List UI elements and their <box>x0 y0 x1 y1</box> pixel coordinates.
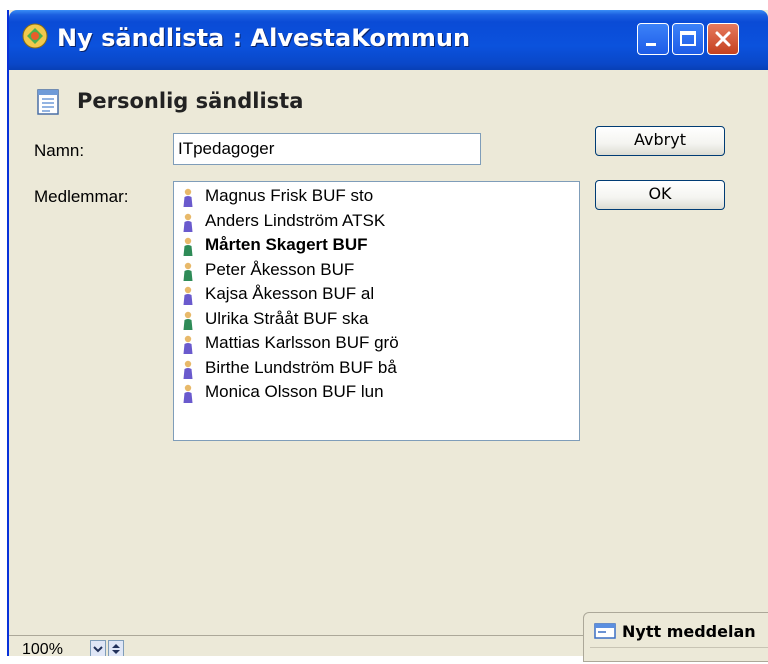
cancel-button[interactable]: Avbryt <box>595 126 725 156</box>
chevron-down-icon <box>93 646 103 653</box>
member-name: Birthe Lundström BUF bå <box>205 357 397 377</box>
member-name: Monica Olsson BUF lun <box>205 382 384 401</box>
app-icon <box>22 23 48 49</box>
minimize-icon <box>646 43 656 46</box>
person-icon <box>183 335 193 354</box>
list-item[interactable]: Anders Lindström ATSK <box>182 210 579 235</box>
maximize-button[interactable] <box>672 23 704 55</box>
ok-button[interactable]: OK <box>595 180 725 210</box>
zoom-level: 100% <box>22 641 63 656</box>
member-name: Kajsa Åkesson BUF al <box>205 284 375 303</box>
person-icon <box>183 237 193 256</box>
new-message-tab-label: Nytt meddelan <box>622 622 756 641</box>
zoom-spinner-button[interactable] <box>108 640 124 656</box>
member-name: Ulrika Strååt BUF ska <box>205 308 369 328</box>
list-document-icon <box>37 89 59 115</box>
desktop: Ny sändlista : AlvestaKommun Personlig s… <box>0 0 768 662</box>
page-title: Personlig sändlista <box>77 89 304 113</box>
name-field[interactable] <box>173 133 481 165</box>
window-title: Ny sändlista : AlvestaKommun <box>57 24 471 52</box>
close-button[interactable] <box>707 23 739 55</box>
up-down-arrows-icon <box>112 644 120 654</box>
message-icon <box>594 623 616 639</box>
members-label: Medlemmar: <box>34 187 129 206</box>
person-icon <box>183 262 193 281</box>
title-bar[interactable]: Ny sändlista : AlvestaKommun <box>9 10 768 70</box>
list-item[interactable]: Mårten Skagert BUF <box>182 234 579 259</box>
list-item[interactable]: Peter Åkesson BUF <box>182 259 579 284</box>
person-icon <box>183 213 193 232</box>
member-name: Magnus Frisk BUF sto <box>205 186 374 205</box>
list-item[interactable]: Ulrika Strååt BUF ska <box>182 308 579 333</box>
list-item[interactable]: Magnus Frisk BUF sto <box>182 185 579 210</box>
minimize-button[interactable] <box>637 23 669 55</box>
list-item[interactable]: Monica Olsson BUF lun <box>182 381 579 406</box>
list-item[interactable]: Birthe Lundström BUF bå <box>182 357 579 382</box>
member-name: Anders Lindström ATSK <box>205 210 386 230</box>
person-icon <box>183 384 193 403</box>
member-name: Peter Åkesson BUF <box>205 259 355 279</box>
close-icon <box>715 31 731 47</box>
zoom-dropdown-button[interactable] <box>90 640 106 656</box>
list-item[interactable]: Mattias Karlsson BUF grö <box>182 332 579 357</box>
person-icon <box>183 360 193 379</box>
person-icon <box>183 188 193 207</box>
person-icon <box>183 286 193 305</box>
name-label: Namn: <box>34 141 85 160</box>
new-message-window-tab[interactable]: Nytt meddelan <box>583 612 768 662</box>
maximize-icon <box>680 31 696 46</box>
member-name: Mattias Karlsson BUF grö <box>205 333 399 352</box>
dialog-body: Personlig sändlista Namn: Avbryt OK Medl… <box>9 70 768 656</box>
member-name: Mårten Skagert BUF <box>205 235 368 254</box>
new-mailing-list-window: Ny sändlista : AlvestaKommun Personlig s… <box>7 10 768 656</box>
zoom-control: 100% <box>17 636 127 656</box>
members-list[interactable]: Magnus Frisk BUF sto Anders Lindström ATS… <box>173 181 580 441</box>
person-icon <box>183 311 193 330</box>
list-item[interactable]: Kajsa Åkesson BUF al <box>182 283 579 308</box>
